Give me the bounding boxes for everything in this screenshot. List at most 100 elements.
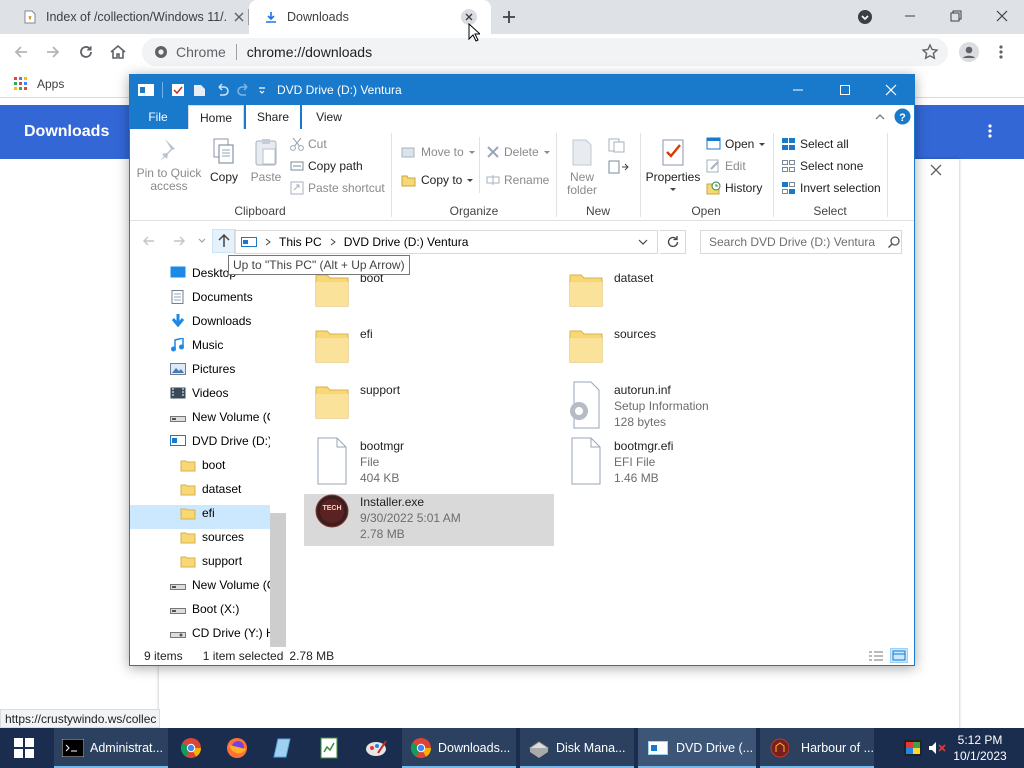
- file-item[interactable]: sources: [558, 323, 808, 375]
- apps-shortcut[interactable]: Apps: [14, 76, 64, 91]
- copy-to-button[interactable]: Copy to: [401, 173, 474, 187]
- nav-item[interactable]: CD Drive (Y:) H: [130, 621, 270, 645]
- new-item-button[interactable]: [608, 137, 632, 155]
- tab-share[interactable]: Share: [246, 105, 300, 129]
- tab-home[interactable]: Home: [188, 105, 244, 129]
- home-button[interactable]: [109, 43, 127, 61]
- invert-selection-button[interactable]: Invert selection: [781, 181, 881, 195]
- nav-item[interactable]: Boot (X:): [130, 597, 270, 621]
- nav-item[interactable]: New Volume (C: [130, 573, 270, 597]
- profile-button[interactable]: [959, 42, 979, 62]
- omnibox[interactable]: Chrome chrome://downloads: [142, 38, 948, 66]
- explorer-title-bar[interactable]: DVD Drive (D:) Ventura: [130, 75, 914, 105]
- properties-button[interactable]: Properties: [644, 137, 702, 193]
- open-button[interactable]: Open: [706, 137, 766, 151]
- address-dropdown-icon[interactable]: [637, 236, 649, 248]
- new-folder-button[interactable]: New folder: [560, 137, 604, 197]
- file-item[interactable]: efi: [304, 323, 554, 375]
- taskbar-item-administrator[interactable]: Administrat...: [54, 728, 168, 768]
- nav-item[interactable]: Documents: [130, 285, 270, 309]
- nav-item[interactable]: DVD Drive (D:): [130, 429, 270, 453]
- chrome-restore-button[interactable]: [948, 8, 964, 24]
- tab-index-collection[interactable]: Index of /collection/Windows 11/...: [8, 0, 248, 34]
- pin-to-quick-access-button[interactable]: Pin to Quick access: [136, 137, 202, 193]
- explorer-close-button[interactable]: [883, 83, 899, 97]
- tab-search-button[interactable]: [858, 10, 872, 24]
- address-box[interactable]: This PC DVD Drive (D:) Ventura: [234, 230, 658, 254]
- start-button[interactable]: [0, 728, 48, 768]
- chrome-close-button[interactable]: [994, 8, 1010, 24]
- nav-back-button[interactable]: [142, 234, 156, 248]
- nav-item[interactable]: sources: [130, 525, 270, 549]
- downloads-menu-button[interactable]: [985, 123, 995, 139]
- nav-scrollbar-thumb[interactable]: [270, 513, 286, 647]
- file-item[interactable]: bootmgr File 404 KB: [304, 435, 554, 487]
- paste-button[interactable]: Paste: [246, 137, 286, 184]
- taskbar-item-dvd-drive[interactable]: DVD Drive (...: [638, 728, 756, 768]
- details-view-button[interactable]: [868, 649, 884, 663]
- nav-item[interactable]: support: [130, 549, 270, 573]
- nav-item[interactable]: boot: [130, 453, 270, 477]
- taskbar-pin-firefox[interactable]: [226, 737, 248, 759]
- taskbar-pin-spreadsheet[interactable]: [318, 737, 340, 759]
- up-button[interactable]: [212, 229, 236, 253]
- chrome-minimize-button[interactable]: [902, 8, 918, 24]
- taskbar-pin-chrome[interactable]: [180, 737, 202, 759]
- taskbar-pin-notepad[interactable]: [272, 737, 294, 759]
- refresh-button[interactable]: [660, 230, 686, 254]
- paste-shortcut-button[interactable]: Paste shortcut: [290, 181, 385, 195]
- taskbar-item-disk-management[interactable]: Disk Mana...: [520, 728, 634, 768]
- nav-item[interactable]: New Volume (C: [130, 405, 270, 429]
- file-item[interactable]: dataset: [558, 267, 808, 319]
- taskbar-pin-paint[interactable]: [364, 737, 388, 759]
- copy-path-button[interactable]: Copy path: [290, 159, 363, 173]
- nav-item[interactable]: efi: [130, 501, 270, 525]
- reload-button[interactable]: [77, 43, 95, 61]
- tab-view[interactable]: View: [302, 105, 356, 129]
- copy-button[interactable]: Copy: [204, 137, 244, 184]
- breadcrumb-dvd-drive[interactable]: DVD Drive (D:) Ventura: [344, 235, 469, 249]
- history-button[interactable]: History: [706, 181, 762, 195]
- large-icons-view-button[interactable]: [890, 648, 908, 663]
- tab-file[interactable]: File: [130, 105, 186, 129]
- remove-download-button[interactable]: [929, 163, 943, 177]
- redo-icon[interactable]: [237, 83, 251, 97]
- help-button[interactable]: ?: [894, 108, 911, 125]
- select-none-button[interactable]: Select none: [781, 159, 863, 173]
- volume-button[interactable]: [928, 741, 946, 755]
- nav-item[interactable]: Pictures: [130, 357, 270, 381]
- select-all-button[interactable]: Select all: [781, 137, 849, 151]
- recent-locations-button[interactable]: [198, 237, 206, 245]
- bookmark-star-button[interactable]: [921, 43, 939, 61]
- breadcrumb-this-pc[interactable]: This PC: [279, 235, 322, 249]
- clock[interactable]: 5:12 PM 10/1/2023: [950, 732, 1010, 764]
- tray-color-app-icon[interactable]: [904, 740, 922, 756]
- move-to-button[interactable]: Move to: [401, 145, 476, 159]
- back-button[interactable]: [12, 43, 30, 61]
- edit-button[interactable]: Edit: [706, 159, 746, 173]
- rename-button[interactable]: Rename: [486, 173, 549, 187]
- file-item[interactable]: bootmgr.efi EFI File 1.46 MB: [558, 435, 808, 487]
- nav-item[interactable]: Downloads: [130, 309, 270, 333]
- chrome-menu-button[interactable]: [996, 44, 1006, 60]
- nav-item[interactable]: Videos: [130, 381, 270, 405]
- qat-customize-icon[interactable]: [257, 85, 267, 95]
- explorer-minimize-button[interactable]: [790, 83, 806, 97]
- collapse-ribbon-button[interactable]: [874, 111, 886, 123]
- undo-icon[interactable]: [215, 83, 229, 97]
- file-item[interactable]: TECH Installer.exe 9/30/2022 5:01 AM 2.78 M…: [304, 491, 554, 543]
- tab-downloads[interactable]: Downloads: [249, 0, 491, 34]
- nav-item[interactable]: Music: [130, 333, 270, 357]
- file-item[interactable]: support: [304, 379, 554, 431]
- nav-forward-button[interactable]: [172, 234, 186, 248]
- tab-close-icon[interactable]: [234, 12, 244, 22]
- delete-button[interactable]: Delete: [486, 145, 551, 159]
- taskbar-item-harbour[interactable]: Harbour of ...: [760, 728, 874, 768]
- easy-access-button[interactable]: [608, 159, 632, 177]
- nav-item[interactable]: dataset: [130, 477, 270, 501]
- forward-button[interactable]: [44, 43, 62, 61]
- explorer-maximize-button[interactable]: [837, 83, 853, 97]
- properties-qat-icon[interactable]: [171, 83, 185, 97]
- new-folder-qat-icon[interactable]: [193, 83, 207, 97]
- taskbar-item-chrome-downloads[interactable]: Downloads...: [402, 728, 516, 768]
